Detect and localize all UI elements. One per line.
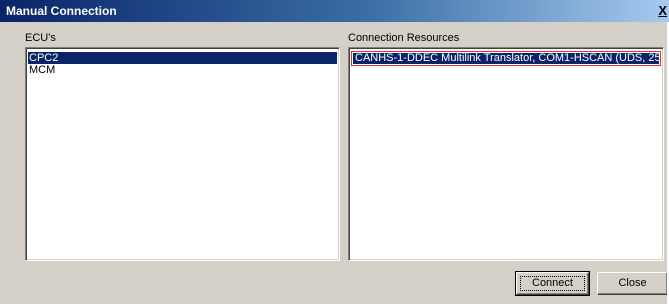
close-button[interactable]: Close — [597, 272, 668, 295]
title-bar[interactable]: Manual Connection X — [0, 0, 669, 22]
list-item-ecu-cpc2[interactable]: CPC2 — [28, 52, 337, 64]
close-button-label: Close — [618, 277, 647, 289]
resources-heading: Connection Resources — [348, 32, 460, 44]
resource-label: CANHS-1-DDEC Multilink Translator, COM1-… — [353, 53, 659, 64]
manual-connection-dialog: Manual Connection X ECU's CPC2 MCM Conne… — [0, 0, 669, 304]
ecus-heading: ECU's — [25, 32, 56, 44]
ecu-listbox[interactable]: CPC2 MCM — [25, 47, 340, 261]
window-title: Manual Connection — [6, 4, 117, 18]
connect-button[interactable]: Connect — [515, 271, 590, 296]
list-item-ecu-mcm[interactable]: MCM — [28, 64, 337, 76]
connect-button-label: Connect — [532, 277, 573, 289]
list-item-resource-selected[interactable]: CANHS-1-DDEC Multilink Translator, COM1-… — [351, 51, 661, 66]
close-icon[interactable]: X — [658, 3, 667, 18]
resources-listbox[interactable]: CANHS-1-DDEC Multilink Translator, COM1-… — [348, 47, 664, 261]
